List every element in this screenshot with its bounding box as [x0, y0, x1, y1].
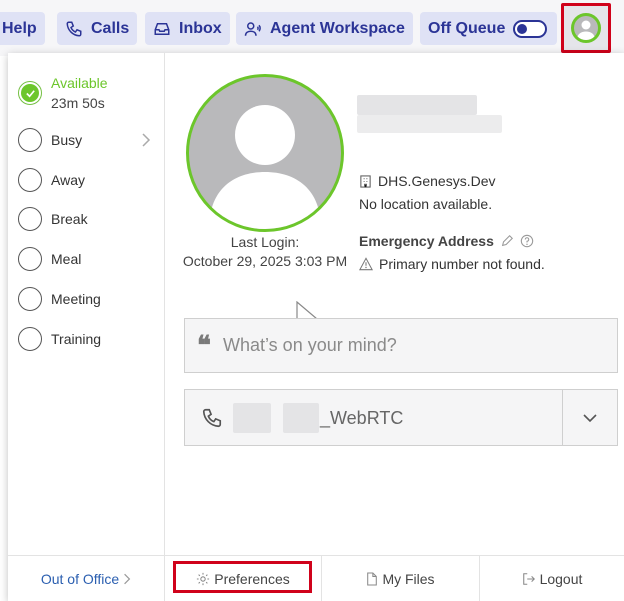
out-of-office-label: Out of Office [40, 571, 120, 587]
status-away[interactable]: Away [18, 168, 85, 192]
logout-button[interactable]: Logout [480, 556, 624, 601]
status-label: Away [51, 172, 85, 188]
queue-toggle-switch[interactable] [513, 19, 548, 38]
emergency-message: Primary number not found. [379, 256, 545, 272]
last-login-label: Last Login: [230, 234, 300, 250]
status-radio[interactable] [18, 128, 42, 152]
profile-main: Last Login: October 29, 2025 3:03 PM DHS… [165, 53, 624, 601]
building-icon [360, 174, 371, 188]
org-name: DHS.Genesys.Dev [378, 173, 496, 189]
status-available-time: 23m 50s [51, 95, 105, 111]
logout-icon [522, 573, 535, 585]
avatar [571, 13, 601, 43]
quote-icon: ❝ [197, 330, 211, 361]
last-login-value: October 29, 2025 3:03 PM [182, 253, 348, 269]
emergency-row: Emergency Address [359, 233, 534, 249]
phone-selector[interactable]: _WebRTC [184, 389, 618, 446]
status-list: Available 23m 50s Busy Away Break Meal M… [8, 53, 165, 601]
chevron-right-icon[interactable] [141, 133, 151, 147]
agent-icon [244, 21, 261, 36]
status-radio[interactable] [18, 247, 42, 271]
status-busy[interactable]: Busy [18, 128, 82, 152]
my-files-label: My Files [382, 571, 435, 587]
status-message-placeholder: What’s on your mind? [223, 335, 397, 355]
status-radio[interactable] [18, 287, 42, 311]
org-row: DHS.Genesys.Dev [359, 173, 495, 189]
status-meal[interactable]: Meal [18, 247, 81, 271]
status-break[interactable]: Break [18, 207, 88, 231]
agent-workspace-button[interactable]: Agent Workspace [236, 12, 413, 45]
status-message-input[interactable]: ❝ What’s on your mind? [184, 318, 618, 373]
phone-label: _WebRTC [320, 408, 404, 428]
location-row: No location available. [359, 196, 492, 212]
inbox-icon [154, 22, 170, 35]
pencil-icon[interactable] [500, 234, 514, 248]
user-silhouette-icon [209, 105, 321, 229]
status-label: Training [51, 331, 102, 347]
caret-pointer-icon [296, 301, 318, 319]
status-radio[interactable] [18, 327, 42, 351]
out-of-office-button[interactable]: Out of Office [8, 556, 165, 601]
logout-label: Logout [539, 571, 583, 587]
status-available[interactable]: Available 23m 50s [18, 73, 108, 113]
help-label: Help [2, 19, 37, 37]
queue-toggle-button[interactable]: Off Queue [420, 12, 558, 45]
off-queue-label: Off Queue [428, 19, 506, 37]
agent-workspace-label: Agent Workspace [270, 19, 405, 37]
chevron-down-icon[interactable] [582, 413, 598, 423]
help-button[interactable]: Help [0, 12, 45, 45]
panel-footer: Out of Office Preferences My Files Logou… [8, 555, 624, 601]
emergency-title: Emergency Address [359, 233, 494, 249]
warning-icon [359, 257, 373, 271]
status-training[interactable]: Training [18, 327, 101, 351]
check-icon [25, 89, 35, 97]
inbox-label: Inbox [179, 19, 222, 37]
divider [562, 390, 563, 445]
user-avatar-button[interactable] [561, 3, 611, 53]
phone-icon [202, 408, 222, 428]
status-label: Meal [51, 251, 82, 267]
status-label: Meeting [51, 291, 101, 307]
location-text: No location available. [359, 196, 493, 212]
user-silhouette-icon [577, 20, 595, 40]
file-icon [367, 572, 378, 586]
status-radio-available[interactable] [18, 81, 42, 105]
help-circle-icon[interactable] [520, 234, 534, 248]
calls-label: Calls [91, 19, 130, 37]
status-radio[interactable] [18, 207, 42, 231]
top-navigation: Help Calls Inbox Agent Workspace Off Que… [0, 0, 624, 56]
emergency-warning-row: Primary number not found. [359, 256, 545, 272]
chevron-right-icon [124, 573, 131, 585]
profile-avatar [186, 74, 344, 232]
profile-panel: Available 23m 50s Busy Away Break Meal M… [8, 53, 624, 601]
status-radio[interactable] [18, 168, 42, 192]
phone-icon [66, 21, 82, 37]
calls-button[interactable]: Calls [57, 12, 138, 45]
last-login: Last Login: October 29, 2025 3:03 PM [177, 233, 353, 271]
preferences-highlight-box [173, 561, 312, 593]
status-label: Break [51, 211, 88, 227]
my-files-button[interactable]: My Files [322, 556, 480, 601]
status-label: Busy [51, 132, 83, 148]
status-available-label: Available [51, 75, 108, 91]
inbox-button[interactable]: Inbox [145, 12, 230, 45]
status-meeting[interactable]: Meeting [18, 287, 101, 311]
